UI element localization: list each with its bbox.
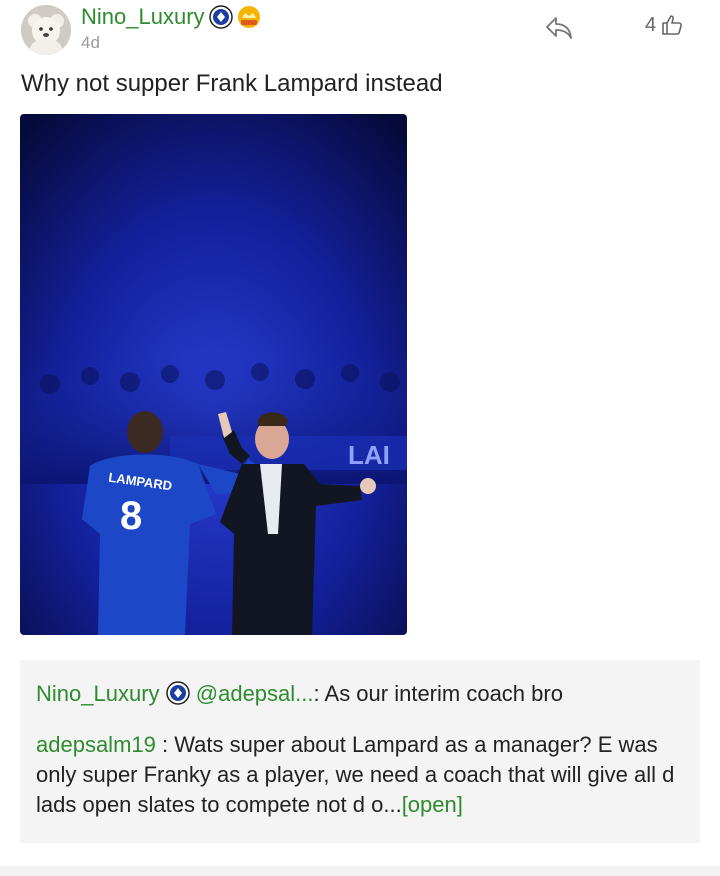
club-crest-icon: [165, 681, 190, 705]
banner-text: LAI: [348, 440, 390, 470]
comments-section: Nino_Luxury @adepsal...: As our interim …: [20, 660, 700, 843]
comment-author[interactable]: Nino_Luxury: [36, 681, 160, 706]
like-button[interactable]: 4: [645, 13, 684, 37]
post-time: 4d: [81, 33, 100, 52]
lampard-celebration-image: LAI LAMPARD 8: [20, 114, 407, 635]
comment-item: adepsalm19 : Wats super about Lampard as…: [36, 730, 686, 820]
comment-text: As our interim coach bro: [324, 681, 563, 706]
post-author[interactable]: Nino_Luxury: [81, 4, 261, 30]
comment-item: Nino_Luxury @adepsal...: As our interim …: [36, 679, 686, 709]
share-icon[interactable]: [544, 14, 574, 42]
divider: [0, 866, 720, 876]
post-author-name[interactable]: Nino_Luxury: [81, 4, 205, 30]
avatar[interactable]: [21, 5, 71, 55]
post-image[interactable]: LAI LAMPARD 8: [20, 114, 407, 635]
comment-mention[interactable]: @adepsal...: [196, 681, 314, 706]
thumbs-up-icon: [662, 15, 683, 35]
comment-separator: :: [155, 732, 175, 757]
comment-separator: :: [313, 681, 325, 706]
club-crest-icon: [208, 5, 233, 29]
hot-crown-icon: [237, 6, 260, 28]
open-comment-link[interactable]: [open]: [402, 792, 463, 817]
post-text: Why not supper Frank Lampard instead: [21, 70, 443, 97]
comment-author[interactable]: adepsalm19: [36, 732, 156, 757]
jersey-number-text: 8: [120, 494, 142, 538]
like-count: 4: [645, 13, 657, 36]
teddy-bear-avatar-image: [21, 5, 71, 55]
